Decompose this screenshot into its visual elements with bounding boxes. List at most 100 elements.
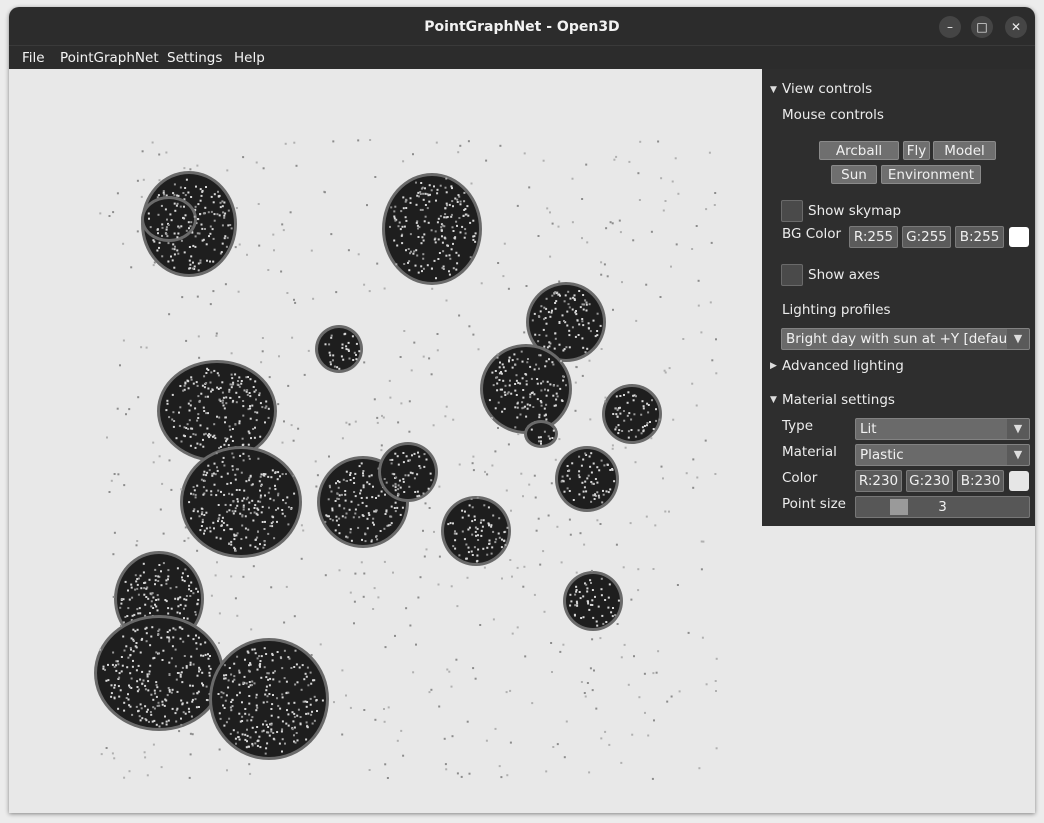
menu-pointgraphnet[interactable]: PointGraphNet xyxy=(60,46,159,70)
point xyxy=(543,414,546,417)
material-settings-header[interactable]: Material settings xyxy=(782,392,895,408)
model-button[interactable]: Model xyxy=(933,141,996,160)
point xyxy=(536,398,539,401)
bg-color-swatch[interactable] xyxy=(1009,227,1029,247)
advanced-lighting-header[interactable]: Advanced lighting xyxy=(782,358,904,374)
point xyxy=(446,216,449,218)
environment-button[interactable]: Environment xyxy=(881,165,981,184)
point xyxy=(241,715,244,718)
stray-point xyxy=(347,249,350,252)
point xyxy=(272,694,274,696)
point xyxy=(515,374,518,377)
sun-button[interactable]: Sun xyxy=(831,165,877,184)
stray-point xyxy=(666,700,669,703)
point xyxy=(205,412,208,415)
point xyxy=(352,359,355,361)
point xyxy=(151,720,154,723)
point xyxy=(180,699,183,702)
material-dropdown[interactable]: Plastic ▼ xyxy=(855,444,1030,466)
menu-help[interactable]: Help xyxy=(234,46,265,70)
stray-point xyxy=(228,542,231,545)
point xyxy=(277,704,280,707)
point xyxy=(165,579,168,582)
material-color-blue[interactable]: B:230 xyxy=(957,470,1004,492)
point xyxy=(248,745,250,748)
close-button[interactable]: ✕ xyxy=(1005,16,1027,38)
point xyxy=(592,319,595,322)
type-dropdown[interactable]: Lit ▼ xyxy=(855,418,1030,440)
maximize-button[interactable]: □ xyxy=(971,16,993,38)
point xyxy=(613,480,616,483)
point xyxy=(537,436,540,439)
point xyxy=(526,407,529,410)
bg-color-label: BG Color xyxy=(782,226,842,242)
stray-point xyxy=(433,530,435,533)
lighting-profile-dropdown[interactable]: Bright day with sun at +Y [default] ▼ xyxy=(781,328,1030,350)
point xyxy=(147,212,150,215)
point xyxy=(511,359,514,362)
point xyxy=(416,224,419,227)
stray-point xyxy=(255,161,258,164)
point xyxy=(555,392,558,395)
stray-point xyxy=(377,596,380,599)
point xyxy=(107,663,109,666)
material-color-green[interactable]: G:230 xyxy=(906,470,953,492)
point xyxy=(609,488,612,491)
dropdown-arrow-icon[interactable]: ▼ xyxy=(1007,329,1029,349)
show-axes-checkbox[interactable] xyxy=(781,264,803,286)
point xyxy=(197,598,200,601)
point xyxy=(278,742,281,745)
point xyxy=(251,742,254,745)
point xyxy=(183,655,186,657)
stray-point xyxy=(263,540,266,543)
stray-point xyxy=(362,595,365,598)
point xyxy=(414,491,417,493)
dropdown-arrow-icon[interactable]: ▼ xyxy=(1007,445,1029,465)
point-size-slider[interactable]: 3 xyxy=(855,496,1030,518)
fly-button[interactable]: Fly xyxy=(903,141,930,160)
menu-file[interactable]: File xyxy=(22,46,45,70)
stray-point xyxy=(257,203,260,205)
collapsed-triangle-icon[interactable]: ▶ xyxy=(770,361,777,371)
stray-point xyxy=(384,763,387,766)
point xyxy=(216,415,218,418)
stray-point xyxy=(509,689,512,692)
point xyxy=(491,546,494,549)
point xyxy=(236,498,239,501)
bg-color-green[interactable]: G:255 xyxy=(902,226,951,248)
bg-color-blue[interactable]: B:255 xyxy=(955,226,1004,248)
title-bar[interactable]: PointGraphNet - Open3D – □ ✕ xyxy=(9,7,1035,45)
material-color-red[interactable]: R:230 xyxy=(855,470,902,492)
show-skymap-checkbox[interactable] xyxy=(781,200,803,222)
stray-point xyxy=(655,671,658,674)
point xyxy=(226,482,229,485)
stray-point xyxy=(143,751,146,754)
stray-point xyxy=(516,626,519,629)
expanded-triangle-icon[interactable]: ▼ xyxy=(770,395,777,405)
point xyxy=(244,527,247,530)
view-controls-header[interactable]: View controls xyxy=(782,81,872,97)
point xyxy=(522,389,525,391)
point xyxy=(248,501,251,504)
point xyxy=(545,360,548,363)
point xyxy=(399,513,402,516)
stray-point xyxy=(631,733,634,736)
point xyxy=(450,185,453,188)
minimize-button[interactable]: – xyxy=(939,16,961,38)
expanded-triangle-icon[interactable]: ▼ xyxy=(770,85,777,95)
point xyxy=(615,426,618,429)
bg-color-red[interactable]: R:255 xyxy=(849,226,898,248)
point xyxy=(559,387,562,390)
material-color-swatch[interactable] xyxy=(1009,471,1029,491)
arcball-button[interactable]: Arcball xyxy=(819,141,899,160)
stray-point xyxy=(409,459,411,462)
point xyxy=(258,735,261,738)
menu-settings[interactable]: Settings xyxy=(167,46,222,70)
point xyxy=(240,538,243,540)
point xyxy=(160,636,163,639)
stray-point xyxy=(477,348,480,351)
point xyxy=(149,664,152,667)
dropdown-arrow-icon[interactable]: ▼ xyxy=(1007,419,1029,439)
stray-point xyxy=(537,235,540,237)
point xyxy=(276,731,279,733)
